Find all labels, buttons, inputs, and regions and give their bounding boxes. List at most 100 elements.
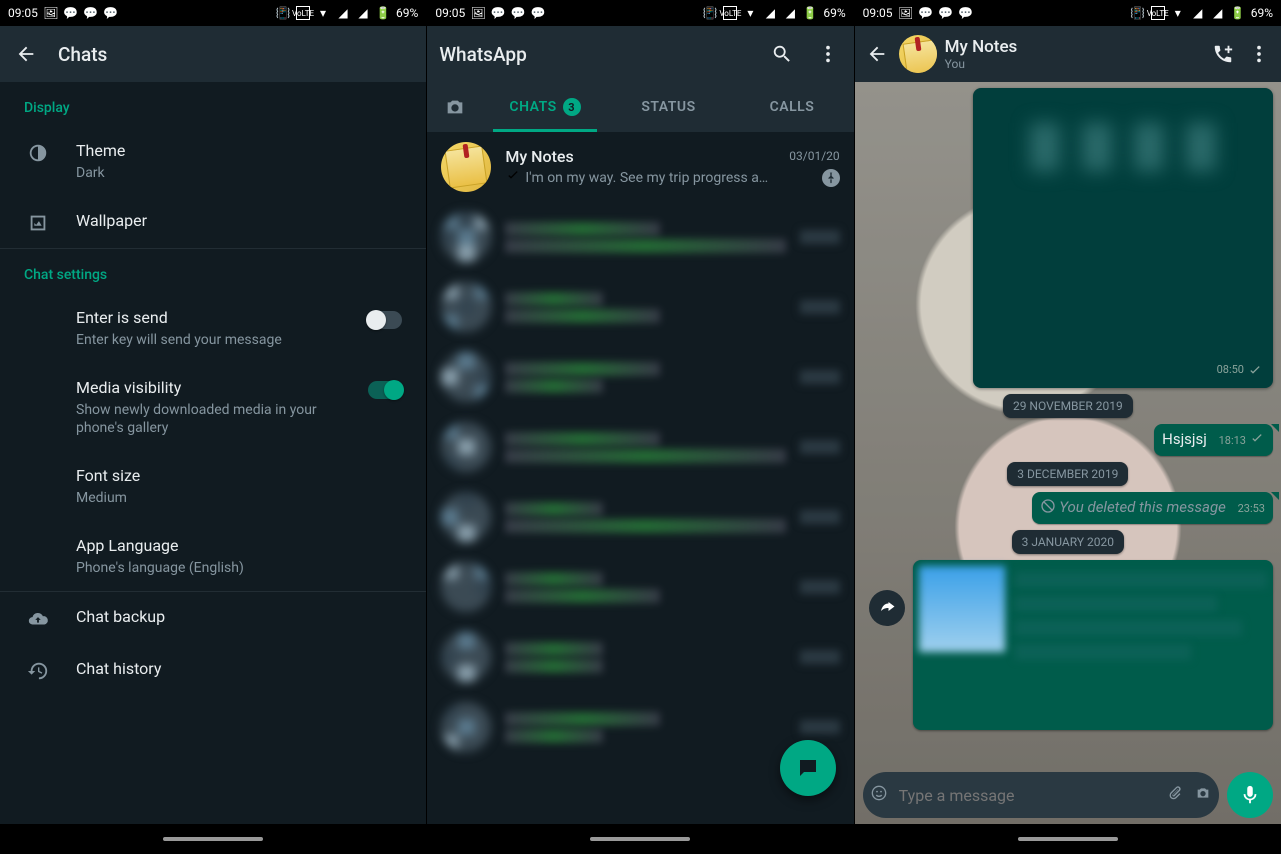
message-time: 18:13 [1219,434,1246,447]
volte-icon: VoLTE [723,6,737,20]
battery-icon: 🔋 [1231,6,1245,20]
chat-row-redacted[interactable] [427,272,853,342]
attach-icon[interactable] [1167,785,1183,805]
theme-value: Dark [76,164,402,182]
history-title: Chat history [76,658,402,680]
message-time: 08:50 [1217,363,1244,382]
gallery-icon: 🖼 [471,6,485,20]
link-text-redacted [1015,566,1267,724]
theme-row[interactable]: Theme Dark [0,126,426,196]
app-title: WhatsApp [439,43,526,66]
app-lang-value: Phone's language (English) [76,559,402,577]
emoji-icon[interactable] [871,785,887,805]
media-vis-switch[interactable] [368,381,402,399]
chat-row-redacted[interactable] [427,342,853,412]
message-out[interactable]: Hsjsjsj 18:13 [1154,424,1273,456]
gallery-icon: 🖼 [899,6,913,20]
font-size-value: Medium [76,489,402,507]
search-icon[interactable] [768,40,796,68]
tab-chats[interactable]: CHATS3 [483,82,606,132]
more-icon[interactable] [1245,40,1273,68]
battery-pct: 69% [823,6,845,20]
enter-send-switch[interactable] [368,311,402,329]
wallpaper-row[interactable]: Wallpaper [0,196,426,248]
conversation-avatar[interactable] [899,35,937,73]
status-time: 09:05 [435,6,465,20]
chat-row-redacted[interactable] [427,482,853,552]
date-chip: 3 DECEMBER 2019 [1007,462,1128,486]
nav-bar [855,824,1281,854]
wallpaper-icon [24,210,52,234]
media-vis-sub: Show newly downloaded media in your phon… [76,401,344,437]
media-visibility-row[interactable]: Media visibility Show newly downloaded m… [0,363,426,451]
chat-row-redacted[interactable] [427,412,853,482]
camera-icon[interactable] [1195,785,1211,805]
deleted-message[interactable]: You deleted this message 23:53 [1032,492,1273,524]
settings-app-bar: Chats [0,26,426,82]
app-lang-title: App Language [76,535,402,557]
enter-send-sub: Enter key will send your message [76,331,344,349]
message-input[interactable] [899,786,1155,805]
media-vis-title: Media visibility [76,377,344,399]
chat-row-my-notes[interactable]: My Notes03/01/20 I'm on my way. See my t… [427,132,853,202]
theme-icon [24,140,52,164]
theme-title: Theme [76,140,402,162]
chat-row-redacted[interactable] [427,622,853,692]
display-section-header: Display [0,82,426,126]
chat-row-redacted[interactable] [427,202,853,272]
font-size-title: Font size [76,465,402,487]
conversation-screen: 09:05 🖼 💬 💬 💬 📳 VoLTE ▾ ◢ ◢ 🔋 69% My Not… [854,0,1281,854]
enter-send-title: Enter is send [76,307,344,329]
camera-tab-icon[interactable] [427,96,483,118]
chat-row-redacted[interactable] [427,552,853,622]
block-icon [1040,500,1056,518]
settings-title: Chats [58,43,107,66]
single-tick-icon [1249,431,1265,450]
my-notes-avatar [441,142,491,192]
signal-icon: ◢ [783,6,797,20]
back-icon[interactable] [863,40,891,68]
wallpaper-title: Wallpaper [76,210,402,232]
tab-status[interactable]: STATUS [607,82,730,132]
nav-bar [0,824,426,854]
font-size-row[interactable]: Font size Medium [0,451,426,521]
link-preview-message[interactable] [913,560,1273,730]
input-bar [855,766,1281,824]
chats-screen: 09:05 🖼 💬 💬 💬 📳 VoLTE ▾ ◢ ◢ 🔋 69% WhatsA… [426,0,853,854]
date-chip: 3 JANUARY 2020 [1012,530,1124,554]
forward-icon[interactable] [869,590,905,626]
status-time: 09:05 [863,6,893,20]
back-icon[interactable] [12,40,40,68]
chat-backup-row[interactable]: Chat backup [0,592,426,644]
vibrate-icon: 📳 [1131,6,1145,20]
signal-icon: ◢ [336,6,350,20]
chat-name: My Notes [505,147,789,166]
messenger-icon: 💬 [511,6,525,20]
more-icon[interactable] [814,40,842,68]
enter-is-send-row[interactable]: Enter is send Enter key will send your m… [0,293,426,363]
settings-list: Display Theme Dark Wallpaper Chat settin… [0,82,426,824]
tab-calls[interactable]: CALLS [730,82,853,132]
signal-icon: ◢ [356,6,370,20]
history-icon [24,658,52,682]
messenger-icon: 💬 [64,6,78,20]
chat-list[interactable]: My Notes03/01/20 I'm on my way. See my t… [427,132,853,824]
messenger-icon: 💬 [491,6,505,20]
messenger-icon: 💬 [959,6,973,20]
message-card[interactable]: 08:50 [973,88,1273,388]
chat-preview: I'm on my way. See my trip progress a… [525,170,817,186]
wifi-icon: ▾ [743,6,757,20]
battery-icon: 🔋 [803,6,817,20]
battery-pct: 69% [396,6,418,20]
gallery-icon: 🖼 [44,6,58,20]
app-language-row[interactable]: App Language Phone's language (English) [0,521,426,591]
deleted-text: You deleted this message [1059,498,1226,516]
new-chat-fab[interactable] [780,740,836,796]
message-area[interactable]: 08:50 29 NOVEMBER 2019 Hsjsjsj 18:13 3 D… [855,82,1281,766]
messenger-icon: 💬 [104,6,118,20]
chat-history-row[interactable]: Chat history [0,644,426,696]
mic-button[interactable] [1227,772,1273,818]
conversation-title: My Notes [945,37,1018,57]
add-call-icon[interactable] [1209,40,1237,68]
message-field[interactable] [863,772,1219,818]
